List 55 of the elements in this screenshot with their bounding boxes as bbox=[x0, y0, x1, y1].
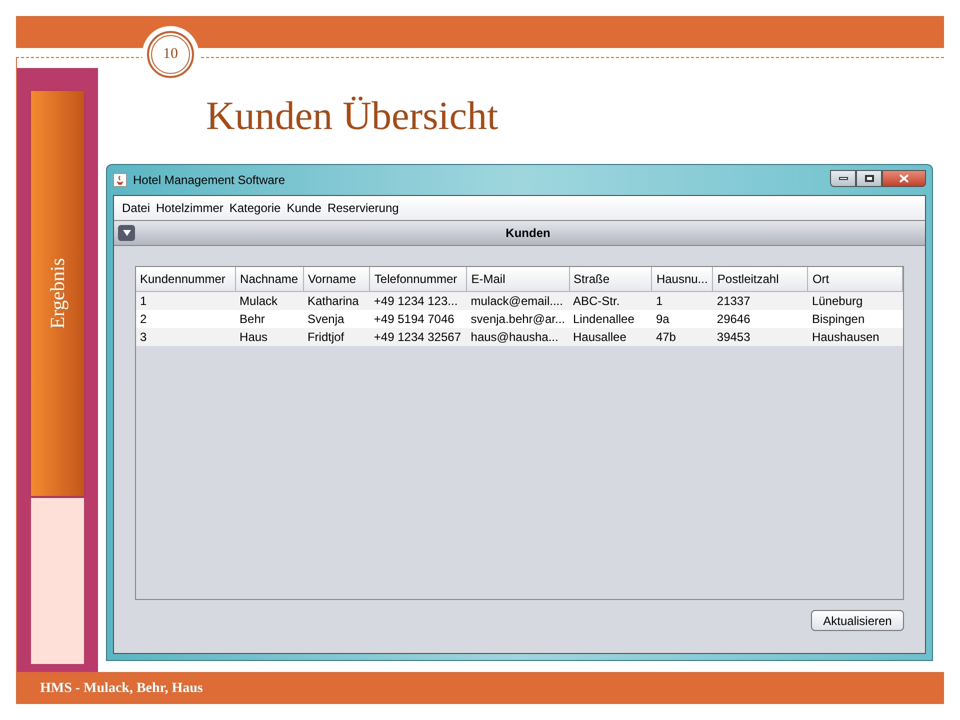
menu-item[interactable]: Kategorie bbox=[229, 199, 281, 217]
caret-icon bbox=[122, 230, 130, 236]
table-cell: +49 1234 32567 bbox=[370, 328, 467, 346]
column-header[interactable]: Hausnu... bbox=[652, 267, 713, 291]
table-cell: 29646 bbox=[712, 310, 808, 328]
column-header[interactable]: Postleitzahl bbox=[712, 267, 808, 291]
table-cell: ABC-Str. bbox=[569, 291, 652, 310]
table-cell: Behr bbox=[236, 310, 304, 328]
table-cell: Svenja bbox=[303, 310, 370, 328]
column-header[interactable]: Kundennummer bbox=[136, 267, 236, 291]
table-cell: +49 1234 123... bbox=[370, 291, 467, 310]
table-cell: 47b bbox=[652, 328, 713, 346]
panel-title: Kunden bbox=[504, 225, 552, 242]
table-cell: Katharina bbox=[303, 291, 370, 310]
table-cell: Lüneburg bbox=[808, 291, 902, 310]
table-cell: mulack@email.... bbox=[466, 291, 569, 310]
column-header[interactable]: Nachname bbox=[236, 267, 304, 291]
close-icon bbox=[899, 174, 909, 182]
column-header[interactable]: Vorname bbox=[303, 267, 370, 291]
table-cell: 3 bbox=[136, 328, 236, 346]
menu-item[interactable]: Kunde bbox=[286, 199, 322, 217]
minimize-button[interactable] bbox=[830, 170, 856, 186]
table-cell: Bispingen bbox=[808, 310, 902, 328]
table-cell: +49 5194 7046 bbox=[370, 310, 467, 328]
maximize-button[interactable] bbox=[856, 170, 882, 186]
slide-title: Kunden Übersicht bbox=[206, 93, 498, 138]
table-cell: 9a bbox=[652, 310, 713, 328]
menu-item[interactable]: Datei bbox=[122, 199, 150, 217]
refresh-button[interactable]: Aktualisieren bbox=[811, 610, 904, 631]
table-cell: 21337 bbox=[712, 291, 808, 310]
table-cell: 1 bbox=[136, 291, 236, 310]
table-cell: Hausallee bbox=[569, 328, 652, 346]
menu-item[interactable]: Reservierung bbox=[327, 199, 399, 217]
close-button[interactable] bbox=[882, 170, 926, 186]
column-header[interactable]: Ort bbox=[808, 267, 902, 291]
table-cell: Haus bbox=[236, 328, 304, 346]
table-cell: Mulack bbox=[236, 291, 304, 310]
column-header[interactable]: Straße bbox=[569, 267, 652, 291]
footer-text: HMS - Mulack, Behr, Haus bbox=[40, 680, 203, 698]
table-cell: 39453 bbox=[712, 328, 808, 346]
sidebar-label: Ergebnis bbox=[46, 258, 70, 329]
table-cell: Haushausen bbox=[808, 328, 902, 346]
table-cell: 1 bbox=[652, 291, 713, 310]
page-number: 10 bbox=[151, 35, 190, 74]
window-title: Hotel Management Software bbox=[133, 172, 286, 189]
table-cell: 2 bbox=[136, 310, 236, 328]
column-header[interactable]: Telefonnummer bbox=[370, 267, 467, 291]
table-cell: Fridtjof bbox=[303, 328, 370, 346]
column-header[interactable]: E-Mail bbox=[466, 267, 569, 291]
dropdown-button[interactable] bbox=[118, 225, 135, 241]
table-cell: haus@hausha... bbox=[466, 328, 569, 346]
java-icon bbox=[113, 173, 127, 187]
menu-item[interactable]: Hotelzimmer bbox=[156, 199, 224, 217]
table-cell: svenja.behr@ar... bbox=[466, 310, 569, 328]
table-cell: Lindenallee bbox=[569, 310, 652, 328]
